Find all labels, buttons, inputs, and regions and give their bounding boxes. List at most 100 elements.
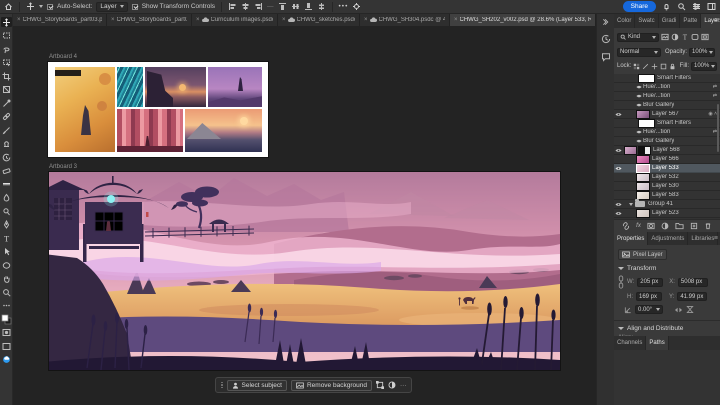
layer-row[interactable]: Layer 530 <box>614 181 720 191</box>
tab-gradients[interactable]: Gradi <box>659 14 681 28</box>
tab-properties[interactable]: Properties <box>614 232 649 245</box>
tab-paths[interactable]: Paths <box>646 336 669 350</box>
distribute-bottom-icon[interactable] <box>304 2 313 11</box>
lock-artboard-icon[interactable] <box>660 63 667 70</box>
smart-filter-collapse-icon[interactable]: ◉ ˄ <box>708 111 717 117</box>
close-tab-icon[interactable]: × <box>454 17 458 23</box>
screen-mode-icon[interactable] <box>1 341 12 351</box>
history-brush-tool-icon[interactable] <box>1 152 12 162</box>
link-layers-icon[interactable] <box>622 221 630 230</box>
align-center-icon[interactable] <box>241 2 250 11</box>
artboard3-label[interactable]: Artboard 3 <box>49 164 77 170</box>
lock-position-icon[interactable] <box>651 63 658 70</box>
height-field[interactable]: 169 px <box>636 292 662 301</box>
quick-mask-mode-icon[interactable] <box>1 328 12 338</box>
add-layer-mask-icon[interactable] <box>647 222 655 230</box>
distribute-vcenter-icon[interactable] <box>317 2 326 11</box>
spot-healing-brush-tool-icon[interactable] <box>1 112 12 122</box>
close-tab-icon[interactable]: × <box>282 17 286 23</box>
visibility-toggle[interactable] <box>614 211 623 216</box>
flip-horizontal-icon[interactable] <box>674 306 683 314</box>
frame-tool-icon[interactable] <box>1 85 12 95</box>
auto-select-target-dropdown[interactable]: Layer <box>96 1 128 12</box>
filter-adjustment-icon[interactable] <box>671 33 679 41</box>
home-icon[interactable] <box>4 2 13 11</box>
more-options-icon[interactable]: ••• <box>339 3 349 10</box>
opacity-field[interactable]: 100% <box>689 47 716 57</box>
notifications-bell-icon[interactable] <box>662 2 671 11</box>
workspace-gear-icon[interactable] <box>352 2 361 11</box>
collapse-panels-icon[interactable] <box>602 18 610 26</box>
tab-chwg-sh202-active[interactable]: × CHWG_SH202_v002.psd @ 28.6% (Layer 533… <box>450 14 596 26</box>
artboard4-label[interactable]: Artboard 4 <box>49 54 77 60</box>
select-subject-button[interactable]: Select subject <box>226 379 287 391</box>
type-tool-icon[interactable]: T <box>1 233 12 243</box>
filter-kind-dropdown[interactable]: Kind <box>617 32 659 42</box>
filter-type-icon[interactable]: T <box>681 33 689 41</box>
visibility-toggle[interactable] <box>614 148 623 153</box>
align-section-header[interactable]: Align and Distribute <box>614 325 720 332</box>
pen-tool-icon[interactable] <box>1 220 12 230</box>
distribute-hcenter-icon[interactable] <box>291 2 300 11</box>
brush-tool-icon[interactable] <box>1 125 12 135</box>
layer-row[interactable]: Layer 583 <box>614 190 720 200</box>
remove-background-button[interactable]: Remove background <box>290 379 372 391</box>
filter-options-icon[interactable]: ⇄ <box>713 93 717 99</box>
visibility-toggle[interactable] <box>634 139 643 143</box>
search-icon[interactable] <box>677 2 686 11</box>
layers-scrollbar[interactable] <box>717 104 719 152</box>
lock-all-icon[interactable] <box>669 63 676 70</box>
tab-storyboards-part02[interactable]: × CHWG_Storyboards_part02.psd <box>107 14 192 26</box>
eyedropper-tool-icon[interactable] <box>1 98 12 108</box>
filter-options-icon[interactable]: ⇄ <box>713 84 717 90</box>
layer-effects-icon[interactable]: fx <box>636 223 641 229</box>
filter-shape-icon[interactable] <box>691 33 699 41</box>
move-tool-options-icon[interactable] <box>26 2 35 11</box>
blur-tool-icon[interactable] <box>1 193 12 203</box>
panel-menu-icon[interactable]: ≡ <box>714 17 718 24</box>
workspace-layout-icon[interactable] <box>707 2 716 11</box>
filter-smart-object-icon[interactable] <box>701 33 709 41</box>
panel-menu-icon[interactable]: ≡ <box>714 235 718 242</box>
transform-section-header[interactable]: Transform <box>614 265 720 272</box>
width-field[interactable]: 205 px <box>637 277 664 287</box>
ellipse-tool-icon[interactable] <box>1 260 12 270</box>
history-panel-icon[interactable] <box>601 34 611 44</box>
flip-vertical-icon[interactable] <box>686 305 694 314</box>
filter-pixel-icon[interactable] <box>661 33 669 41</box>
layer-row-selected[interactable]: Layer 533 <box>614 163 720 173</box>
taskbar-drag-handle[interactable] <box>221 381 223 389</box>
object-selection-tool-icon[interactable] <box>1 58 12 68</box>
layer-row[interactable]: Layer 567 ◉ ˄ <box>614 109 720 119</box>
layer-row[interactable]: Hue/...tion ⇄ <box>614 83 720 92</box>
layer-row[interactable]: Layer 523 <box>614 208 720 218</box>
foreground-background-colors-icon[interactable] <box>1 314 12 324</box>
chevron-down-icon[interactable] <box>39 5 43 8</box>
layer-row[interactable]: Layer 566 <box>614 154 720 164</box>
lock-transparency-icon[interactable] <box>633 63 640 70</box>
tab-curriculum-images[interactable]: × Curriculum images.psdc … <box>192 14 278 26</box>
tab-chwg-sh304[interactable]: × CHWG_SH304.psdc @ 42… <box>360 14 450 26</box>
move-tool-icon[interactable] <box>0 17 12 27</box>
angle-field[interactable]: 0.00° <box>635 305 663 314</box>
distribute-top-icon[interactable] <box>278 2 287 11</box>
show-transform-checkbox[interactable] <box>131 3 138 10</box>
visibility-toggle[interactable] <box>614 112 623 117</box>
tab-chwg-sketches[interactable]: × CHWG_sketches.psdc @ 4… <box>278 14 360 26</box>
artboard-4[interactable] <box>48 62 268 157</box>
tab-storyboards-part03[interactable]: × CHWG_Storyboards_part03.psd <box>13 14 107 26</box>
tab-color[interactable]: Color <box>614 14 636 28</box>
settings-sliders-icon[interactable] <box>692 2 701 11</box>
tab-adjustments[interactable]: Adjustments <box>648 232 689 245</box>
tab-channels[interactable]: Channels <box>614 336 647 350</box>
layer-row-group[interactable]: Group 41 <box>614 199 720 209</box>
close-tab-icon[interactable]: × <box>196 17 200 23</box>
link-dimensions-icon[interactable] <box>618 275 624 289</box>
delete-layer-icon[interactable] <box>704 222 712 230</box>
edit-toolbar-icon[interactable] <box>1 301 12 311</box>
tab-swatches[interactable]: Swatc <box>635 14 659 28</box>
visibility-toggle[interactable] <box>614 202 623 207</box>
close-tab-icon[interactable]: × <box>364 17 368 23</box>
blend-mode-dropdown[interactable]: Normal <box>617 47 661 57</box>
dodge-tool-icon[interactable] <box>1 206 12 216</box>
